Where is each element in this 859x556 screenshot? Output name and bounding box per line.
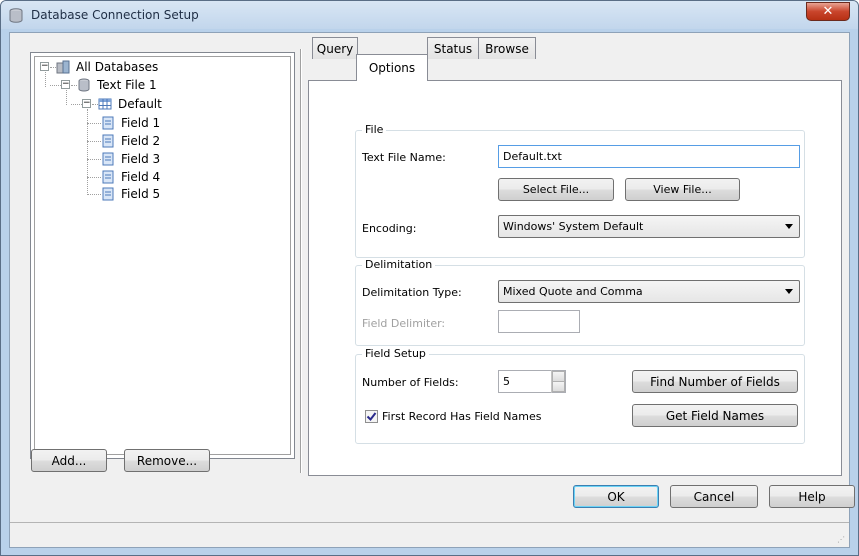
number-of-fields-stepper[interactable]: 5 bbox=[498, 370, 566, 393]
file-name-input[interactable]: Default.txt bbox=[498, 145, 800, 168]
tab-browse[interactable]: Browse bbox=[478, 37, 536, 59]
tree-item-field[interactable]: Field 4 bbox=[101, 168, 160, 186]
chevron-down-icon bbox=[785, 224, 793, 229]
database-icon bbox=[78, 78, 90, 92]
tab-options[interactable]: Options bbox=[356, 54, 428, 81]
group-title: File bbox=[362, 123, 387, 136]
field-icon bbox=[102, 152, 114, 166]
first-record-checkbox[interactable] bbox=[365, 410, 378, 423]
stepper-buttons bbox=[551, 370, 565, 393]
tree-label: Default bbox=[118, 97, 162, 111]
tree-frame: − All Databases − Text File 1 − Default … bbox=[34, 56, 291, 455]
window-title: Database Connection Setup bbox=[31, 8, 199, 22]
databases-icon bbox=[56, 60, 70, 74]
table-icon bbox=[98, 98, 112, 110]
group-title: Field Setup bbox=[362, 347, 429, 360]
tree-label: Text File 1 bbox=[97, 78, 157, 92]
field-icon bbox=[102, 134, 114, 148]
field-setup-group: Field Setup Number of Fields: 5 Find Num… bbox=[355, 347, 805, 444]
tree-item-field[interactable]: Field 5 bbox=[101, 185, 160, 203]
select-file-button[interactable]: Select File... bbox=[498, 178, 614, 201]
title-bar[interactable]: Database Connection Setup ✕ bbox=[1, 1, 858, 29]
tree-item-all-databases[interactable]: All Databases bbox=[56, 58, 158, 76]
tree-item-field[interactable]: Field 1 bbox=[101, 114, 160, 132]
find-number-of-fields-button[interactable]: Find Number of Fields bbox=[632, 370, 798, 393]
field-icon bbox=[102, 170, 114, 184]
tree-item-field[interactable]: Field 2 bbox=[101, 132, 160, 150]
tree-item-default-table[interactable]: Default bbox=[98, 95, 162, 113]
field-delimiter-input[interactable] bbox=[498, 310, 580, 333]
tree-label: Field 1 bbox=[121, 116, 161, 130]
options-panel: File Text File Name: Default.txt Select … bbox=[308, 80, 842, 476]
close-button[interactable]: ✕ bbox=[806, 2, 850, 21]
field-icon bbox=[102, 187, 114, 201]
collapse-root-icon[interactable]: − bbox=[40, 62, 49, 71]
cancel-button[interactable]: Cancel bbox=[670, 485, 758, 508]
tree-item-text-file[interactable]: Text File 1 bbox=[77, 76, 157, 94]
stepper-down-icon[interactable] bbox=[552, 381, 565, 392]
remove-button[interactable]: Remove... bbox=[124, 449, 210, 472]
first-record-label[interactable]: First Record Has Field Names bbox=[382, 410, 541, 423]
collapse-table-icon[interactable]: − bbox=[82, 99, 91, 108]
chevron-down-icon bbox=[785, 289, 793, 294]
group-title: Delimitation bbox=[362, 258, 436, 271]
help-button[interactable]: Help bbox=[769, 485, 855, 508]
close-icon: ✕ bbox=[822, 4, 834, 19]
field-icon bbox=[102, 116, 114, 130]
delimitation-group: Delimitation Delimitation Type: Mixed Qu… bbox=[355, 258, 805, 346]
tree-item-field[interactable]: Field 3 bbox=[101, 150, 160, 168]
add-button[interactable]: Add... bbox=[31, 449, 107, 472]
tree-label: Field 3 bbox=[121, 152, 161, 166]
dialog-window: Database Connection Setup ✕ − All Databa… bbox=[0, 0, 859, 556]
encoding-select[interactable]: Windows' System Default bbox=[498, 215, 800, 238]
dialog-client: − All Databases − Text File 1 − Default … bbox=[9, 32, 855, 548]
resize-grip-icon[interactable]: ⋰ bbox=[837, 535, 845, 544]
database-tree[interactable]: − All Databases − Text File 1 − Default … bbox=[30, 52, 295, 459]
tab-query[interactable]: Query bbox=[312, 37, 358, 59]
checkmark-icon bbox=[366, 412, 377, 422]
status-bar: ⋰ bbox=[10, 522, 849, 547]
file-group: File Text File Name: Default.txt Select … bbox=[355, 123, 805, 258]
tree-label: Field 5 bbox=[121, 187, 161, 201]
database-icon bbox=[9, 8, 23, 23]
number-of-fields-label: Number of Fields: bbox=[362, 376, 459, 389]
delimitation-type-label: Delimitation Type: bbox=[362, 286, 462, 299]
collapse-db-icon[interactable]: − bbox=[61, 80, 70, 89]
ok-button[interactable]: OK bbox=[573, 485, 659, 508]
view-file-button[interactable]: View File... bbox=[625, 178, 740, 201]
tree-label: Field 4 bbox=[121, 170, 161, 184]
file-name-label: Text File Name: bbox=[362, 151, 446, 164]
panel-divider[interactable] bbox=[300, 49, 302, 473]
get-field-names-button[interactable]: Get Field Names bbox=[632, 404, 798, 427]
encoding-label: Encoding: bbox=[362, 222, 417, 235]
tab-status[interactable]: Status bbox=[427, 37, 479, 59]
delimitation-type-select[interactable]: Mixed Quote and Comma bbox=[498, 280, 800, 303]
tree-label: Field 2 bbox=[121, 134, 161, 148]
tree-label: All Databases bbox=[76, 60, 159, 74]
field-delimiter-label: Field Delimiter: bbox=[362, 317, 446, 330]
